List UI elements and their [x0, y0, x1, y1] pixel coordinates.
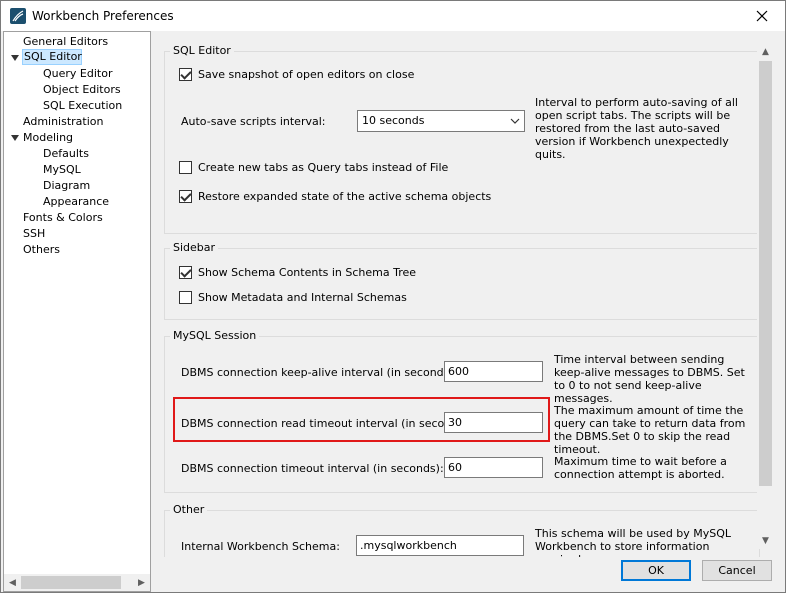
show-schema-contents-checkbox[interactable] [179, 265, 192, 279]
cancel-button[interactable]: Cancel [702, 560, 772, 581]
group-title: Sidebar [170, 241, 219, 254]
tree-item-others[interactable]: Others [23, 242, 60, 258]
keepalive-label: DBMS connection keep-alive interval (in … [181, 366, 458, 379]
conn-timeout-input[interactable]: 60 [444, 457, 543, 478]
close-icon [756, 10, 768, 22]
autosave-help-text: Interval to perform auto-saving of all o… [535, 96, 738, 161]
expand-arrow-icon[interactable] [10, 133, 20, 143]
settings-vertical-scrollbar[interactable]: ▲ ▼ [757, 43, 774, 549]
tree-item-sql-editor[interactable]: SQL Editor [22, 49, 82, 65]
preferences-window: Workbench Preferences General Editors SQ… [0, 0, 786, 593]
scroll-right-icon[interactable]: ▶ [133, 574, 150, 591]
read-timeout-help-text: The maximum amount of time the query can… [554, 404, 746, 456]
schema-label: Internal Workbench Schema: [181, 540, 340, 553]
tree-item-administration[interactable]: Administration [23, 114, 104, 130]
scrollbar-thumb[interactable] [759, 61, 772, 486]
ok-button[interactable]: OK [621, 560, 691, 581]
restore-state-option[interactable]: Restore expanded state of the active sch… [179, 188, 491, 204]
tree-item-modeling[interactable]: Modeling [23, 130, 73, 146]
schema-help-text: This schema will be used by MySQL Workbe… [535, 527, 732, 557]
title-bar: Workbench Preferences [1, 1, 785, 31]
conn-timeout-help-text: Maximum time to wait before a connection… [554, 455, 727, 481]
show-metadata-option[interactable]: Show Metadata and Internal Schemas [179, 289, 407, 305]
checkbox-label: Show Schema Contents in Schema Tree [198, 265, 417, 279]
select-value: 10 seconds [362, 114, 425, 127]
keepalive-input[interactable]: 600 [444, 361, 543, 382]
highlight-annotation [173, 397, 550, 442]
autosave-interval-select[interactable]: 10 seconds [357, 110, 525, 132]
tree-item-ssh[interactable]: SSH [23, 226, 45, 242]
tree-item-mysql[interactable]: MySQL [43, 162, 81, 178]
save-snapshot-option[interactable]: Save snapshot of open editors on close [179, 66, 414, 82]
group-title: Other [170, 503, 208, 516]
tree-item-fonts-colors[interactable]: Fonts & Colors [23, 210, 103, 226]
keepalive-help-text: Time interval between sending keep-alive… [554, 353, 745, 405]
scroll-down-icon[interactable]: ▼ [757, 532, 774, 549]
tree-item-defaults[interactable]: Defaults [43, 146, 89, 162]
show-schema-contents-option[interactable]: Show Schema Contents in Schema Tree [179, 264, 416, 280]
autosave-label: Auto-save scripts interval: [181, 115, 326, 128]
show-metadata-checkbox[interactable] [179, 290, 192, 304]
chevron-down-icon [510, 118, 520, 124]
tree-item-sql-execution[interactable]: SQL Execution [43, 98, 122, 114]
sql-editor-group: SQL Editor Save snapshot of open editors… [164, 44, 760, 234]
workbench-icon [10, 8, 26, 24]
restore-state-checkbox[interactable] [179, 189, 192, 203]
window-title: Workbench Preferences [32, 9, 174, 23]
checkbox-label: Restore expanded state of the active sch… [198, 189, 492, 203]
scrollbar-thumb[interactable] [21, 576, 121, 589]
schema-input[interactable]: .mysqlworkbench [356, 535, 524, 556]
new-tabs-checkbox[interactable] [179, 160, 192, 174]
save-snapshot-checkbox[interactable] [179, 67, 192, 81]
scroll-up-icon[interactable]: ▲ [757, 43, 774, 60]
conn-timeout-label: DBMS connection timeout interval (in sec… [181, 462, 444, 475]
settings-panel: SQL Editor Save snapshot of open editors… [154, 31, 776, 557]
group-title: SQL Editor [170, 44, 234, 57]
other-group: Other Internal Workbench Schema: .mysqlw… [164, 503, 760, 557]
tree-item-general-editors[interactable]: General Editors [23, 34, 108, 50]
preferences-tree[interactable]: General Editors SQL Editor Query Editor … [3, 31, 151, 592]
tree-item-query-editor[interactable]: Query Editor [43, 66, 112, 82]
sidebar-group: Sidebar Show Schema Contents in Schema T… [164, 241, 760, 320]
close-button[interactable] [739, 1, 785, 31]
checkbox-label: Create new tabs as Query tabs instead of… [198, 160, 449, 174]
expand-arrow-icon[interactable] [10, 53, 20, 63]
tree-horizontal-scrollbar[interactable]: ◀ ▶ [4, 574, 150, 591]
tree-item-object-editors[interactable]: Object Editors [43, 82, 121, 98]
group-title: MySQL Session [170, 329, 260, 342]
checkbox-label: Show Metadata and Internal Schemas [198, 290, 407, 304]
scroll-left-icon[interactable]: ◀ [4, 574, 21, 591]
checkbox-label: Save snapshot of open editors on close [198, 67, 415, 81]
tree-item-diagram[interactable]: Diagram [43, 178, 90, 194]
tree-item-appearance[interactable]: Appearance [43, 194, 109, 210]
new-tabs-option[interactable]: Create new tabs as Query tabs instead of… [179, 159, 448, 175]
